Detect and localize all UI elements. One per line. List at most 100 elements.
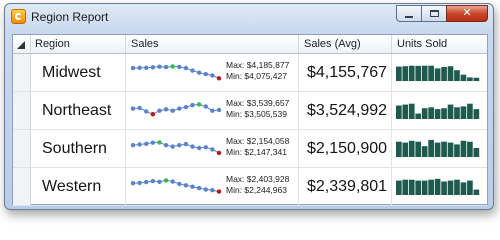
units-bar bbox=[408, 140, 415, 157]
units-bar bbox=[408, 65, 415, 81]
sales-sparkline bbox=[130, 102, 222, 117]
sales-min-label: Min: $2,244,963 bbox=[226, 185, 287, 195]
sales-max-label: Max: $3,539,657 bbox=[226, 98, 290, 108]
sales-cell: Max: $2,154,058 Min: $2,147,341 bbox=[126, 130, 299, 167]
sparkline-point bbox=[137, 142, 142, 147]
table-row[interactable]: Southern Max: $2,154,058 Min: $2,147,341 $2… bbox=[13, 130, 487, 168]
units-bar bbox=[434, 178, 441, 195]
units-bar bbox=[408, 179, 415, 195]
table-row[interactable]: Western Max: $2,403,928 Min: $2,244,963 $2,… bbox=[13, 168, 487, 206]
units-bar bbox=[441, 108, 447, 119]
sales-range: Max: $4,185,877 Min: $4,075,427 bbox=[226, 60, 289, 82]
sparkline-point bbox=[177, 64, 182, 70]
sparkline-point bbox=[157, 108, 162, 113]
row-header[interactable] bbox=[13, 92, 31, 129]
units-sold-cell bbox=[392, 92, 487, 129]
sales-avg-cell: $2,339,801 bbox=[299, 168, 392, 205]
minimize-button[interactable] bbox=[396, 5, 422, 22]
sparkline-point bbox=[177, 143, 182, 148]
units-bar bbox=[396, 180, 402, 195]
units-bar bbox=[402, 104, 409, 119]
title-bar[interactable]: Region Report ✕ bbox=[5, 4, 493, 30]
maximize-button[interactable] bbox=[421, 5, 447, 22]
units-sold-cell bbox=[392, 54, 487, 91]
region-cell: Southern bbox=[30, 130, 126, 167]
units-bar bbox=[402, 66, 409, 81]
sparkline-point bbox=[203, 71, 208, 77]
sales-cell: Max: $4,185,877 Min: $4,075,427 bbox=[126, 54, 299, 91]
units-bar bbox=[402, 179, 409, 195]
grid-header: Region Sales Sales (Avg) Units Sold bbox=[13, 35, 487, 54]
units-bar bbox=[415, 141, 422, 157]
close-button[interactable]: ✕ bbox=[446, 5, 488, 22]
sparkline-point bbox=[190, 184, 195, 189]
sales-avg-cell: $4,155,767 bbox=[299, 54, 392, 91]
column-header-sales-avg[interactable]: Sales (Avg) bbox=[299, 35, 392, 53]
sales-sparkline bbox=[130, 178, 222, 194]
sales-max-label: Max: $2,154,058 bbox=[226, 136, 290, 146]
app-icon bbox=[11, 9, 26, 24]
region-cell: Western bbox=[30, 168, 126, 205]
sparkline-high-point bbox=[196, 102, 202, 107]
sparkline-point bbox=[177, 106, 182, 111]
row-header[interactable] bbox=[13, 130, 31, 167]
sparkline-point bbox=[137, 180, 142, 186]
units-bar bbox=[441, 66, 447, 81]
units-bar bbox=[467, 141, 473, 157]
units-bar bbox=[441, 181, 447, 195]
column-header-units-sold[interactable]: Units Sold bbox=[392, 35, 487, 53]
sparkline-point bbox=[183, 105, 189, 110]
sales-cell: Max: $3,539,657 Min: $3,505,539 bbox=[126, 92, 299, 129]
units-bar bbox=[460, 140, 467, 157]
units-bar bbox=[467, 77, 473, 81]
sales-range: Max: $2,154,058 Min: $2,147,341 bbox=[226, 136, 289, 158]
sales-sparkline bbox=[130, 140, 222, 156]
sparkline-point bbox=[177, 181, 182, 187]
window-controls: ✕ bbox=[396, 5, 488, 22]
units-bar bbox=[396, 141, 402, 157]
column-header-region[interactable]: Region bbox=[30, 35, 126, 53]
units-bar-sparkline bbox=[396, 139, 480, 157]
units-bar bbox=[421, 146, 428, 157]
column-header-sales[interactable]: Sales bbox=[126, 35, 299, 53]
close-icon: ✕ bbox=[462, 7, 472, 19]
sparkline-point bbox=[150, 65, 156, 70]
units-bar bbox=[415, 65, 422, 81]
region-cell: Midwest bbox=[30, 54, 126, 91]
sparkline-point bbox=[210, 108, 215, 113]
units-bar bbox=[396, 66, 402, 81]
sparkline-low-point bbox=[216, 150, 222, 156]
units-bar bbox=[473, 77, 480, 81]
sparkline-point bbox=[183, 65, 189, 71]
units-bar bbox=[441, 141, 447, 157]
units-bar bbox=[454, 179, 460, 195]
units-bar bbox=[467, 180, 473, 195]
sparkline-point bbox=[137, 65, 142, 70]
sparkline-point bbox=[144, 109, 149, 114]
sales-range: Max: $2,403,928 Min: $2,244,963 bbox=[226, 174, 289, 196]
sparkline-point bbox=[196, 70, 202, 75]
region-report-window: Region Report ✕ Region Sales Sales (Avg)… bbox=[4, 3, 494, 210]
sparkline-low-point bbox=[216, 189, 222, 194]
units-bar bbox=[428, 179, 434, 195]
sales-avg-cell: $3,524,992 bbox=[299, 92, 392, 129]
units-bar bbox=[396, 105, 402, 119]
sparkline-point bbox=[163, 107, 169, 112]
units-bar-sparkline bbox=[396, 178, 480, 195]
units-bar bbox=[421, 65, 428, 81]
units-bar bbox=[434, 109, 441, 119]
sparkline-high-point bbox=[170, 64, 175, 69]
sparkline-point bbox=[163, 143, 169, 148]
units-sold-cell bbox=[392, 168, 487, 205]
units-bar bbox=[454, 70, 460, 81]
row-header[interactable] bbox=[13, 168, 31, 205]
region-cell: Northeast bbox=[30, 92, 126, 129]
minimize-icon bbox=[405, 15, 413, 18]
table-row[interactable]: Northeast Max: $3,539,657 Min: $3,505,539 $… bbox=[13, 92, 487, 130]
sparkline-point bbox=[144, 179, 149, 185]
sparkline-point bbox=[150, 178, 156, 184]
table-row[interactable]: Midwest Max: $4,185,877 Min: $4,075,427 $4,… bbox=[13, 54, 487, 92]
units-bar bbox=[473, 189, 480, 195]
row-header[interactable] bbox=[13, 54, 31, 91]
select-all-corner[interactable] bbox=[13, 35, 31, 53]
